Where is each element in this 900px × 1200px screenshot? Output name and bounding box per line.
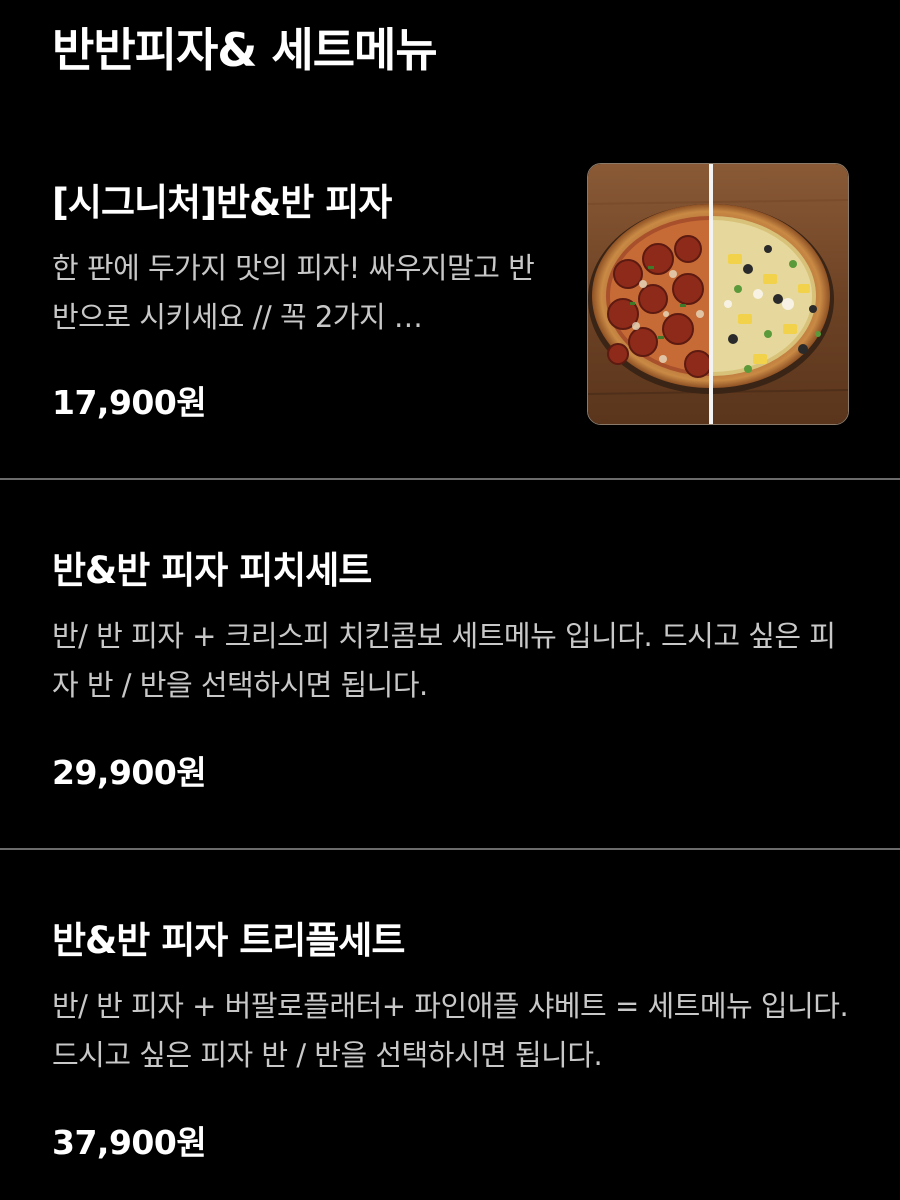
- menu-item-signature-half-half-pizza[interactable]: [시그니처]반&반 피자 한 판에 두가지 맛의 피자! 싸우지말고 반반으로 …: [0, 150, 900, 478]
- menu-item-name: 반&반 피자 피치세트: [52, 549, 372, 592]
- menu-item-name: 반&반 피자 트리플세트: [52, 919, 405, 962]
- half-and-half-pizza-image[interactable]: [587, 163, 849, 425]
- menu-item-description: 반/ 반 피자 + 크리스피 치킨콤보 세트메뉴 입니다. 드시고 싶은 피자 …: [52, 619, 836, 702]
- menu-item-price: 37,900원: [52, 1123, 207, 1162]
- menu-item-half-half-pizza-chicken-set[interactable]: 반&반 피자 피치세트 반/ 반 피자 + 크리스피 치킨콤보 세트메뉴 입니다…: [0, 480, 900, 848]
- menu-item-price: 17,900원: [52, 383, 207, 422]
- pizza-photo: [588, 164, 848, 424]
- page-title: 반반피자& 세트메뉴: [52, 23, 438, 77]
- menu-item-description: 반/ 반 피자 + 버팔로플래터+ 파인애플 샤베트 = 세트메뉴 입니다. 드…: [52, 989, 849, 1072]
- menu-item-description: 한 판에 두가지 맛의 피자! 싸우지말고 반반으로 시키세요 // 꼭 2가지…: [52, 251, 535, 334]
- menu-item-price: 29,900원: [52, 753, 207, 792]
- menu-item-half-half-pizza-triple-set[interactable]: 반&반 피자 트리플세트 반/ 반 피자 + 버팔로플래터+ 파인애플 샤베트 …: [0, 850, 900, 1200]
- menu-item-name: [시그니처]반&반 피자: [52, 181, 392, 224]
